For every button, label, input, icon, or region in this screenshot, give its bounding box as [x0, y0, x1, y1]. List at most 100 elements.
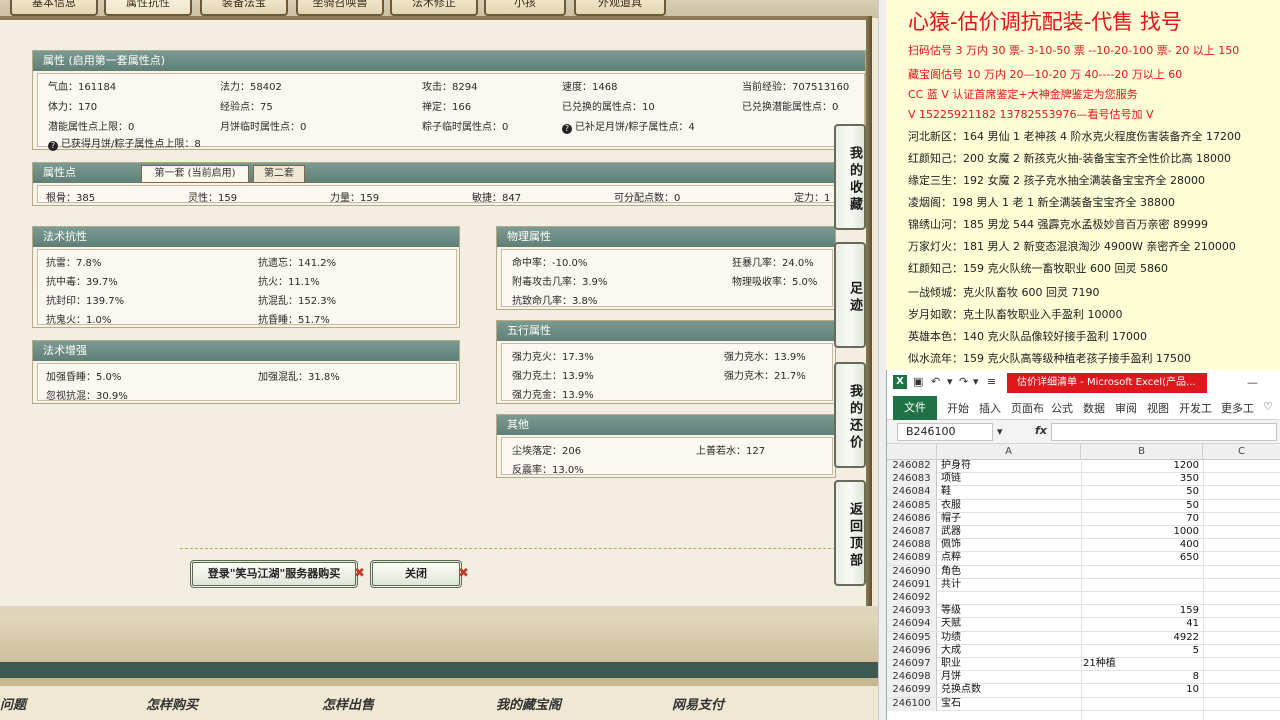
login-buy-button[interactable]: 登录"笑马江湖"服务器购买 — [190, 560, 358, 588]
cell-a[interactable]: 兑换点数 — [941, 684, 1081, 696]
question-icon[interactable]: ? — [562, 124, 572, 134]
ribbon-tab[interactable]: 页面布 — [1011, 400, 1044, 416]
table-row[interactable]: 246094 天赋 41 — [887, 618, 1280, 632]
cell-a[interactable]: 武器 — [941, 526, 1081, 538]
table-row[interactable]: 246086 帽子 70 — [887, 512, 1280, 526]
footer-link-my-treasure[interactable]: 我的藏宝阁 — [496, 694, 561, 713]
cell-b[interactable]: 1000 — [1083, 526, 1199, 538]
cell-b[interactable]: 41 — [1083, 618, 1199, 630]
row-number[interactable]: 246098 — [887, 671, 937, 685]
table-row[interactable]: 246097 职业 21种植 — [887, 658, 1280, 672]
undo-icon[interactable]: ↶ — [931, 375, 940, 388]
row-number[interactable]: 246087 — [887, 526, 937, 539]
table-row[interactable]: 246092 — [887, 592, 1280, 606]
table-row[interactable]: 246087 武器 1000 — [887, 526, 1280, 540]
table-row[interactable]: 246090 角色 — [887, 565, 1280, 579]
row-number[interactable]: 246092 — [887, 592, 937, 605]
column-b-header[interactable]: B — [1081, 444, 1203, 460]
footer-link-faq[interactable]: 问题 — [0, 694, 26, 713]
cell-b[interactable]: 1200 — [1083, 460, 1199, 472]
column-a-header[interactable]: A — [937, 444, 1081, 460]
save-icon[interactable]: ▣ — [913, 375, 923, 388]
cell-a[interactable]: 点粹 — [941, 552, 1081, 564]
my-favorites-button[interactable]: 我的收藏 — [834, 124, 866, 230]
cell-a[interactable]: 角色 — [941, 566, 1081, 578]
row-number[interactable]: 246093 — [887, 605, 937, 619]
formula-input[interactable] — [1051, 423, 1277, 441]
cell-a[interactable]: 功绩 — [941, 632, 1081, 644]
row-number[interactable]: 246090 — [887, 565, 937, 579]
table-row[interactable]: 246089 点粹 650 — [887, 552, 1280, 566]
cell-a[interactable]: 等级 — [941, 605, 1081, 617]
row-number[interactable]: 246086 — [887, 512, 937, 526]
row-number[interactable]: 246096 — [887, 644, 937, 658]
select-all-corner[interactable] — [887, 444, 937, 460]
ribbon-tab[interactable]: 更多工 — [1221, 400, 1254, 416]
ribbon-tab[interactable]: 开发工 — [1179, 400, 1212, 416]
redo-icon[interactable]: ↷ — [959, 375, 968, 388]
ribbon-tab[interactable]: 数据 — [1083, 400, 1105, 416]
row-number[interactable]: 246089 — [887, 552, 937, 566]
ribbon-tab[interactable]: 公式 — [1051, 400, 1073, 416]
tab-mounts-pets[interactable]: 坐骑召唤兽 — [296, 0, 384, 16]
ribbon-tab[interactable]: 插入 — [979, 400, 1001, 416]
my-counter-offer-button[interactable]: 我的还价 — [834, 362, 866, 468]
table-row[interactable]: 246098 月饼 8 — [887, 671, 1280, 685]
cell-a[interactable]: 月饼 — [941, 671, 1081, 683]
footer-link-how-to-sell[interactable]: 怎样出售 — [322, 694, 374, 713]
row-number[interactable]: 246082 — [887, 460, 937, 473]
table-row[interactable]: 246084 鞋 50 — [887, 486, 1280, 500]
name-box[interactable]: B246100 — [897, 423, 993, 441]
table-row[interactable]: 246093 等级 159 — [887, 605, 1280, 619]
table-row[interactable]: 246083 项链 350 — [887, 473, 1280, 487]
minimize-icon[interactable]: — — [1247, 376, 1258, 389]
cell-a[interactable]: 鞋 — [941, 486, 1081, 498]
dropdown-icon[interactable]: ▾ — [973, 375, 979, 388]
cell-a[interactable]: 天赋 — [941, 618, 1081, 630]
column-c-header[interactable]: C — [1203, 444, 1280, 460]
question-icon[interactable]: ? — [48, 141, 58, 151]
sheet-grid[interactable]: 246082 护身符 1200 246083 项链 350 246084 鞋 50 246085 衣… — [887, 460, 1280, 720]
row-number[interactable]: 246084 — [887, 486, 937, 500]
tab-spell-modify[interactable]: 法术修正 — [390, 0, 478, 16]
cell-b[interactable]: 5 — [1083, 645, 1199, 657]
close-button[interactable]: 关闭 — [370, 560, 462, 588]
table-row[interactable]: 246091 共计 — [887, 578, 1280, 592]
cell-a[interactable]: 宝石 — [941, 698, 1081, 710]
cell-a[interactable]: 护身符 — [941, 460, 1081, 472]
row-number[interactable]: 246091 — [887, 578, 937, 592]
cell-a[interactable]: 项链 — [941, 473, 1081, 485]
help-icon[interactable]: ♡ — [1263, 400, 1273, 413]
footer-link-how-to-buy[interactable]: 怎样购买 — [146, 694, 198, 713]
cell-a[interactable]: 共计 — [941, 579, 1081, 591]
cell-a[interactable]: 帽子 — [941, 513, 1081, 525]
row-number[interactable]: 246094 — [887, 618, 937, 632]
row-number[interactable]: 246088 — [887, 539, 937, 553]
ribbon-tab[interactable]: 开始 — [947, 400, 969, 416]
footprint-button[interactable]: 足迹 — [834, 242, 866, 348]
table-row[interactable]: 246099 兑换点数 10 — [887, 684, 1280, 698]
table-row[interactable]: 246085 衣服 50 — [887, 499, 1280, 513]
table-row[interactable]: 246096 大成 5 — [887, 644, 1280, 658]
dropdown-icon[interactable]: ▾ — [947, 375, 953, 388]
cell-b[interactable]: 159 — [1083, 605, 1199, 617]
cell-b[interactable]: 50 — [1083, 500, 1199, 512]
tab-equipment[interactable]: 装备法宝 — [200, 0, 288, 16]
row-number[interactable]: 246100 — [887, 697, 937, 711]
tab-basic-info[interactable]: 基本信息 — [10, 0, 98, 16]
footer-link-netease-pay[interactable]: 网易支付 — [672, 694, 724, 713]
row-number[interactable]: 246085 — [887, 499, 937, 513]
row-number[interactable]: 246099 — [887, 684, 937, 698]
cell-a[interactable]: 佩饰 — [941, 539, 1081, 551]
row-number[interactable]: 246083 — [887, 473, 937, 487]
table-row[interactable]: 246088 佩饰 400 — [887, 539, 1280, 553]
tab-child[interactable]: 小孩 — [484, 0, 566, 16]
table-row[interactable]: 246082 护身符 1200 — [887, 460, 1280, 474]
fx-icon[interactable]: fx — [1035, 424, 1047, 437]
ribbon-tab[interactable]: 视图 — [1147, 400, 1169, 416]
cell-b[interactable]: 350 — [1083, 473, 1199, 485]
cell-b[interactable]: 4922 — [1083, 632, 1199, 644]
cell-b[interactable]: 70 — [1083, 513, 1199, 525]
cell-a[interactable]: 职业 — [941, 658, 1081, 670]
table-row[interactable]: 246095 功绩 4922 — [887, 631, 1280, 645]
